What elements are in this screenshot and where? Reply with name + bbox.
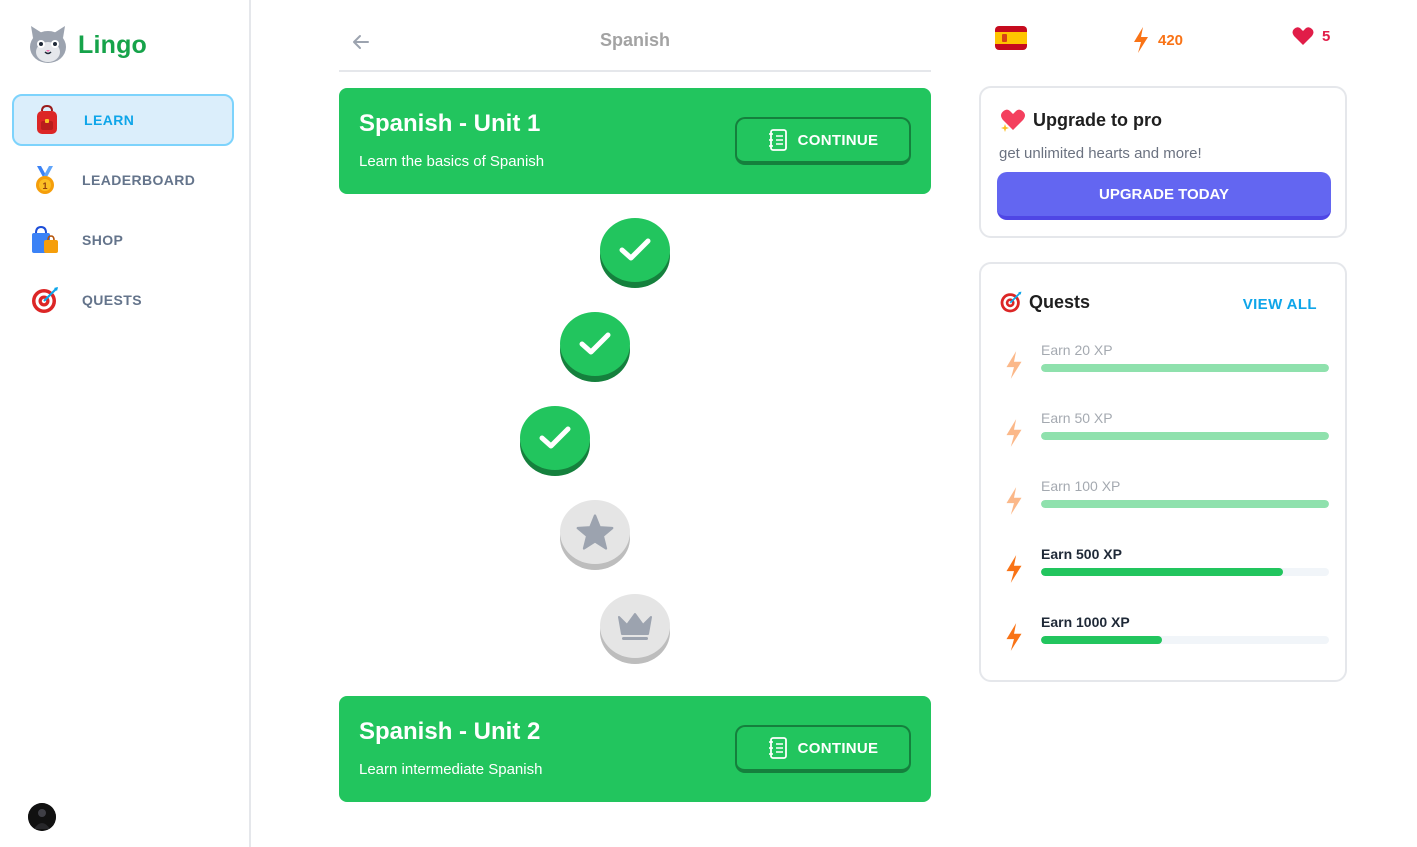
quest-progress-track — [1041, 636, 1329, 644]
pro-title-text: Upgrade to pro — [1033, 109, 1162, 130]
sidebar-item-learn[interactable]: LEARN — [12, 94, 234, 146]
quest-progress-fill — [1041, 500, 1329, 508]
continue-button-label: CONTINUE — [797, 131, 879, 149]
language-selector[interactable] — [995, 26, 1027, 50]
heart-icon — [1292, 27, 1314, 45]
star-icon — [576, 514, 614, 550]
upgrade-pro-card: Upgrade to pro get unlimited hearts and … — [979, 86, 1347, 238]
lesson-button-completed[interactable] — [520, 406, 590, 470]
lightning-icon — [1006, 351, 1022, 379]
unit-banner: Spanish - Unit 2 Learn intermediate Span… — [339, 696, 931, 802]
backpack-icon — [32, 105, 62, 135]
logo[interactable]: Lingo — [28, 24, 147, 66]
quest-item: Earn 500 XP — [999, 546, 1333, 606]
quest-progress-fill — [1041, 432, 1329, 440]
unit-title: Spanish - Unit 2 — [359, 718, 541, 745]
lightning-icon — [1006, 555, 1022, 583]
crown-icon — [618, 613, 652, 640]
sidebar-item-label: LEADERBOARD — [82, 172, 196, 188]
lesson-button-locked[interactable] — [600, 594, 670, 658]
quests-title-text: Quests — [1029, 291, 1091, 312]
hearts-value: 5 — [1322, 27, 1331, 45]
quest-item: Earn 50 XP — [999, 410, 1333, 470]
user-stats: 420 5 — [980, 26, 1346, 56]
unit-title: Spanish - Unit 1 — [359, 110, 541, 137]
sidebar-item-label: QUESTS — [82, 292, 142, 308]
quest-item: Earn 100 XP — [999, 478, 1333, 538]
sidebar-item-label: SHOP — [82, 232, 124, 248]
hearts-counter[interactable]: 5 — [1292, 26, 1330, 46]
target-icon — [1000, 291, 1022, 313]
sidebar-item-quests[interactable]: QUESTS — [12, 274, 234, 326]
quest-label: Earn 50 XP — [1041, 410, 1113, 426]
upgrade-today-button[interactable]: UPGRADE TODAY — [997, 172, 1331, 220]
medal-icon: 1 — [30, 165, 60, 195]
quest-progress-fill — [1041, 364, 1329, 372]
continue-button[interactable]: CONTINUE — [735, 725, 911, 773]
quest-item: Earn 1000 XP — [999, 614, 1333, 674]
spain-flag-icon — [995, 26, 1027, 50]
lesson-button-completed[interactable] — [560, 312, 630, 376]
target-icon — [30, 285, 60, 315]
svg-text:1: 1 — [42, 181, 47, 191]
continue-button-label: CONTINUE — [797, 739, 879, 757]
check-icon — [619, 238, 651, 261]
check-icon — [579, 332, 611, 355]
quest-label: Earn 20 XP — [1041, 342, 1113, 358]
sidebar-item-label: LEARN — [84, 112, 135, 128]
sidebar-item-shop[interactable]: SHOP — [12, 214, 234, 266]
quest-progress-track — [1041, 432, 1329, 440]
lightning-icon — [1134, 27, 1148, 53]
quest-label: Earn 100 XP — [1041, 478, 1121, 494]
quest-progress-track — [1041, 500, 1329, 508]
unit-description: Learn intermediate Spanish — [359, 761, 543, 778]
quest-progress-track — [1041, 568, 1329, 576]
pro-card-subtitle: get unlimited hearts and more! — [999, 145, 1202, 162]
sidebar: Lingo LEARN 1 LEADERBOARD SHOP QUESTS — [0, 0, 251, 847]
quest-progress-fill — [1041, 636, 1162, 644]
quests-card: Quests VIEW ALL Earn 20 XP Earn 50 XP Earn… — [979, 262, 1347, 682]
page-header: Spanish — [339, 18, 931, 72]
lightning-icon — [1006, 623, 1022, 651]
pro-card-title: Upgrade to pro — [999, 108, 1162, 132]
quest-item: Earn 20 XP — [999, 342, 1333, 402]
shopping-bag-icon — [30, 225, 60, 255]
check-icon — [539, 426, 571, 449]
lightning-icon — [1006, 419, 1022, 447]
notebook-icon — [768, 129, 787, 151]
user-avatar[interactable] — [28, 803, 56, 831]
xp-counter[interactable]: 420 — [1132, 26, 1183, 54]
cat-mascot-icon — [30, 26, 66, 63]
quest-progress-fill — [1041, 568, 1283, 576]
quest-label: Earn 500 XP — [1041, 546, 1122, 562]
quest-progress-track — [1041, 364, 1329, 372]
app-name: Lingo — [78, 30, 148, 59]
page-title: Spanish — [599, 30, 670, 50]
notebook-icon — [768, 737, 787, 759]
unit-description: Learn the basics of Spanish — [359, 153, 545, 170]
unit-banner: Spanish - Unit 1 Learn the basics of Spa… — [339, 88, 931, 194]
continue-button[interactable]: CONTINUE — [735, 117, 911, 165]
quest-label: Earn 1000 XP — [1041, 614, 1130, 630]
sidebar-item-leaderboard[interactable]: 1 LEADERBOARD — [12, 154, 234, 206]
xp-value: 420 — [1158, 31, 1184, 49]
sparkling-heart-icon — [1001, 109, 1025, 132]
quests-card-title: Quests — [999, 290, 1090, 314]
view-all-quests-link[interactable]: VIEW ALL — [1243, 296, 1317, 313]
lightning-icon — [1006, 487, 1022, 515]
lesson-button-completed[interactable] — [600, 218, 670, 282]
lesson-button-locked[interactable] — [560, 500, 630, 564]
